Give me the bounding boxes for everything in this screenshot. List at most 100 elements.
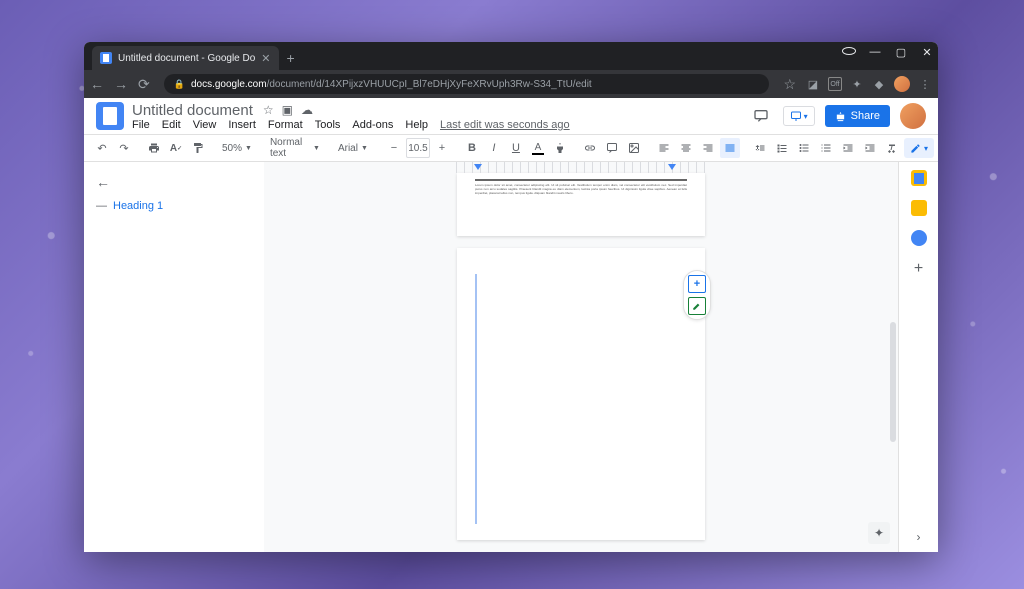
tasks-icon[interactable] xyxy=(911,230,927,246)
comments-icon[interactable] xyxy=(749,104,773,128)
outline-heading-1[interactable]: — Heading 1 xyxy=(96,200,252,212)
side-panel: + › xyxy=(898,162,938,552)
url-field[interactable]: 🔒 docs.google.com/document/d/14XPijxzVHU… xyxy=(164,74,770,94)
reload-icon[interactable]: ⟳ xyxy=(138,76,150,93)
outdent-icon[interactable] xyxy=(838,138,858,158)
docs-header: Untitled document ☆ ▣ ☁ File Edit View I… xyxy=(84,98,938,134)
text-color-icon[interactable]: A xyxy=(528,138,548,158)
browser-tab[interactable]: Untitled document - Google Do ✕ xyxy=(92,46,279,70)
align-justify-icon[interactable] xyxy=(720,138,740,158)
link-icon[interactable] xyxy=(580,138,600,158)
bookmark-star-icon[interactable]: ☆ xyxy=(783,76,796,93)
menu-view[interactable]: View xyxy=(193,119,217,131)
scrollbar[interactable] xyxy=(890,322,896,442)
menu-edit[interactable]: Edit xyxy=(162,119,181,131)
align-right-icon[interactable] xyxy=(698,138,718,158)
maximize-icon[interactable]: ▢ xyxy=(894,46,908,59)
ruler[interactable] xyxy=(456,162,706,173)
indent-icon[interactable] xyxy=(860,138,880,158)
bold-icon[interactable]: B xyxy=(462,138,482,158)
right-indent-marker[interactable] xyxy=(668,164,676,170)
browser-window: Untitled document - Google Do ✕ + — ▢ ✕ … xyxy=(84,42,938,552)
menu-help[interactable]: Help xyxy=(405,119,428,131)
lock-icon: 🔒 xyxy=(174,79,185,90)
docs-logo-icon[interactable] xyxy=(96,102,124,130)
outline-heading-label: Heading 1 xyxy=(113,200,163,212)
forward-icon[interactable]: → xyxy=(114,76,128,92)
menu-file[interactable]: File xyxy=(132,119,150,131)
italic-icon[interactable]: I xyxy=(484,138,504,158)
menu-format[interactable]: Format xyxy=(268,119,303,131)
extension-icons: ◪ Off ✦ ◆ ⋮ xyxy=(806,76,932,92)
document-title[interactable]: Untitled document xyxy=(132,102,253,119)
tab-strip: Untitled document - Google Do ✕ + — ▢ ✕ xyxy=(84,42,938,70)
font-size-input[interactable]: 10.5 xyxy=(406,138,430,158)
extension-icon-1[interactable]: ◪ xyxy=(806,77,820,91)
last-edit-link[interactable]: Last edit was seconds ago xyxy=(440,119,570,131)
align-center-icon[interactable] xyxy=(676,138,696,158)
clear-format-icon[interactable] xyxy=(882,138,902,158)
side-panel-collapse-icon[interactable]: › xyxy=(917,530,921,544)
comment-icon[interactable] xyxy=(602,138,622,158)
extension-icon-2[interactable]: Off xyxy=(828,77,842,91)
font-size-decrease[interactable]: − xyxy=(384,138,404,158)
font-select[interactable]: Arial▼ xyxy=(334,143,374,154)
style-select[interactable]: Normal text▼ xyxy=(266,137,324,159)
spellcheck-icon[interactable]: A✓ xyxy=(166,138,186,158)
number-list-icon[interactable] xyxy=(816,138,836,158)
menu-insert[interactable]: Insert xyxy=(228,119,256,131)
profile-avatar-icon[interactable] xyxy=(894,76,910,92)
bullet-list-icon[interactable] xyxy=(794,138,814,158)
outline-panel: ← — Heading 1 xyxy=(84,162,264,552)
add-comment-icon[interactable]: + xyxy=(688,275,706,293)
account-avatar[interactable] xyxy=(900,103,926,129)
present-button[interactable]: ▾ xyxy=(783,106,815,126)
menu-tools[interactable]: Tools xyxy=(315,119,341,131)
minimize-icon[interactable]: — xyxy=(868,46,882,59)
star-icon[interactable]: ☆ xyxy=(263,103,274,117)
editing-mode-button[interactable]: ▾ xyxy=(904,138,934,158)
keep-icon[interactable] xyxy=(911,200,927,216)
line-spacing-icon[interactable] xyxy=(750,138,770,158)
page-2[interactable]: + xyxy=(457,248,705,540)
align-left-icon[interactable] xyxy=(654,138,674,158)
docs-body: ← — Heading 1 Lorem ipsum dolor sit amet… xyxy=(84,162,938,552)
print-icon[interactable] xyxy=(144,138,164,158)
explore-button[interactable]: ✦ xyxy=(868,522,890,544)
text-cursor xyxy=(475,274,477,524)
close-tab-icon[interactable]: ✕ xyxy=(261,52,270,65)
outline-back-icon[interactable]: ← xyxy=(96,174,252,190)
left-indent-marker[interactable] xyxy=(474,164,482,170)
extension-icon-3[interactable]: ◆ xyxy=(872,77,886,91)
undo-icon[interactable]: ↶ xyxy=(92,138,112,158)
add-addon-icon[interactable]: + xyxy=(914,260,923,278)
zoom-select[interactable]: 50%▼ xyxy=(218,143,256,154)
page-1[interactable]: Lorem ipsum dolor sit amet, consectetur … xyxy=(457,173,705,236)
app-dot-icon[interactable] xyxy=(842,46,856,59)
underline-icon[interactable]: U xyxy=(506,138,526,158)
checklist-icon[interactable] xyxy=(772,138,792,158)
image-icon[interactable] xyxy=(624,138,644,158)
page1-text[interactable]: Lorem ipsum dolor sit amet, consectetur … xyxy=(475,183,687,195)
browser-menu-icon[interactable]: ⋮ xyxy=(918,77,932,91)
highlight-icon[interactable] xyxy=(550,138,570,158)
address-bar: ← → ⟳ 🔒 docs.google.com/document/d/14XPi… xyxy=(84,70,938,98)
extensions-puzzle-icon[interactable]: ✦ xyxy=(850,77,864,91)
docs-favicon xyxy=(100,52,112,64)
redo-icon[interactable]: ↷ xyxy=(114,138,134,158)
suggest-edit-icon[interactable] xyxy=(688,297,706,315)
new-tab-button[interactable]: + xyxy=(287,50,295,66)
move-icon[interactable]: ▣ xyxy=(282,103,293,117)
tab-title: Untitled document - Google Do xyxy=(118,53,255,64)
share-button[interactable]: Share xyxy=(825,105,890,127)
back-icon[interactable]: ← xyxy=(90,76,104,92)
menu-addons[interactable]: Add-ons xyxy=(352,119,393,131)
toolbar: ↶ ↷ A✓ 50%▼ Normal text▼ Arial▼ − 10.5 +… xyxy=(84,134,938,162)
window-controls: — ▢ ✕ xyxy=(842,46,934,59)
document-canvas[interactable]: Lorem ipsum dolor sit amet, consectetur … xyxy=(264,162,898,552)
cloud-status-icon[interactable]: ☁ xyxy=(301,103,313,117)
calendar-icon[interactable] xyxy=(911,170,927,186)
close-window-icon[interactable]: ✕ xyxy=(920,46,934,59)
font-size-increase[interactable]: + xyxy=(432,138,452,158)
paint-format-icon[interactable] xyxy=(188,138,208,158)
